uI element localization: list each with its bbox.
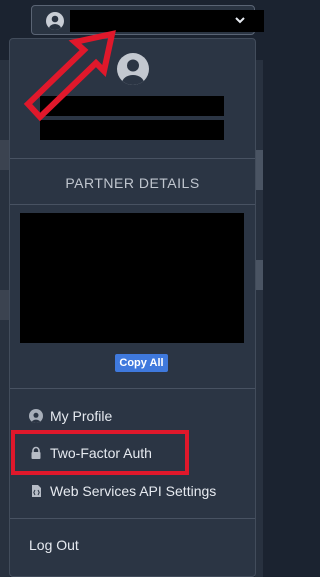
divider bbox=[10, 204, 255, 205]
user-avatar-icon bbox=[117, 53, 149, 85]
divider bbox=[10, 518, 255, 519]
section-title: PARTNER DETAILS bbox=[65, 175, 200, 191]
redacted-partner-details bbox=[20, 213, 244, 343]
user-menu-button[interactable] bbox=[31, 5, 264, 35]
log-out-label: Log Out bbox=[29, 537, 79, 553]
background-card bbox=[256, 150, 263, 190]
redacted-user-line-1 bbox=[40, 96, 224, 116]
file-code-icon bbox=[29, 484, 43, 498]
background-card bbox=[256, 260, 263, 290]
copy-all-button[interactable]: Copy All bbox=[115, 354, 168, 372]
redacted-user-line-2 bbox=[40, 120, 224, 140]
user-dropdown-panel: PARTNER DETAILS Copy All My Profile Two-… bbox=[9, 38, 256, 577]
menu-item-my-profile[interactable]: My Profile bbox=[29, 406, 112, 426]
annotation-highlight-box bbox=[11, 430, 189, 475]
user-icon bbox=[29, 409, 43, 423]
background-page-right bbox=[255, 60, 263, 577]
menu-item-label: My Profile bbox=[50, 408, 113, 424]
divider bbox=[10, 388, 255, 389]
divider bbox=[10, 158, 255, 159]
menu-item-label: Web Services API Settings bbox=[50, 483, 217, 499]
log-out-link[interactable]: Log Out bbox=[29, 535, 79, 555]
user-avatar-icon bbox=[46, 12, 64, 30]
menu-item-web-services-api-settings[interactable]: Web Services API Settings bbox=[29, 481, 216, 501]
chevron-down-icon[interactable] bbox=[235, 11, 245, 34]
